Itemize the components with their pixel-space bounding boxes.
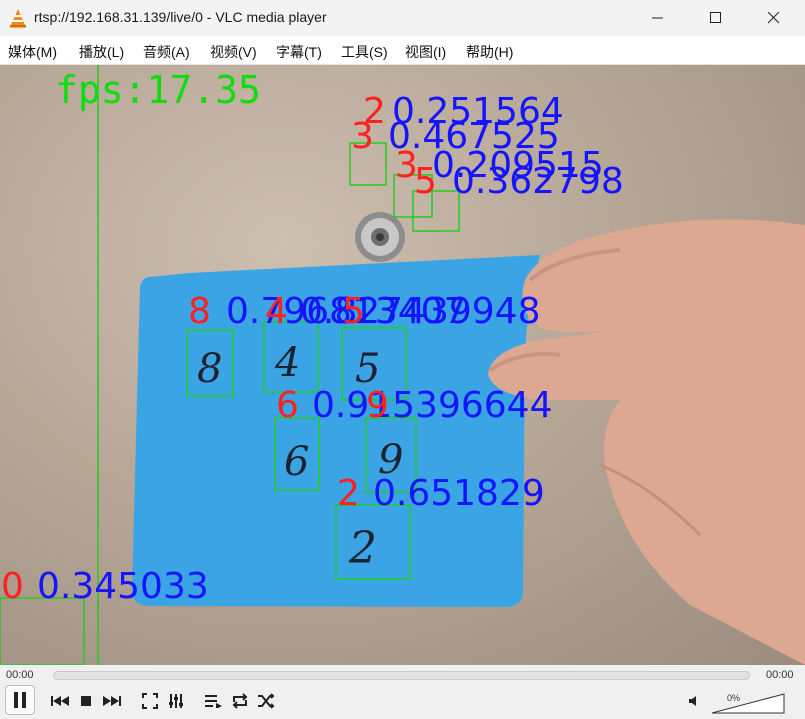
menu-media[interactable]: 媒体(M) (8, 42, 57, 62)
detection-digit: 5 (414, 161, 437, 202)
menu-playback[interactable]: 播放(L) (79, 42, 124, 62)
detection-digit: 9 (366, 385, 389, 426)
minimize-icon (652, 17, 663, 19)
next-button[interactable] (100, 688, 124, 714)
detection-digit: 5 (342, 291, 365, 332)
menu-help[interactable]: 帮助(H) (466, 42, 513, 62)
note-digit: 4 (274, 340, 300, 386)
detection-score: 0.362798 (452, 161, 624, 202)
volume-percent: 0% (727, 693, 741, 703)
maximize-button[interactable] (687, 0, 745, 36)
detection-digit: 4 (265, 291, 288, 332)
seek-bar[interactable] (53, 671, 750, 680)
equalizer-icon (169, 694, 183, 708)
volume-slider[interactable] (711, 693, 785, 715)
stop-icon (81, 696, 91, 706)
close-button[interactable] (745, 0, 803, 36)
title-bar: rtsp://192.168.31.139/live/0 - VLC media… (0, 0, 805, 36)
maximize-icon (710, 12, 721, 23)
vlc-cone-icon (10, 9, 26, 28)
detection-score: 0.345033 (37, 566, 209, 607)
note-digit: 2 (348, 523, 377, 574)
detection-box (0, 597, 85, 665)
pause-icon (14, 692, 26, 708)
video-frame[interactable]: 8 4 5 6 9 2 fps:17.35 2 0.251564 3 0.467… (0, 65, 805, 665)
detection-score: 0.827439948 (300, 291, 541, 332)
playback-controls: 00:00 00:00 0% (0, 665, 805, 719)
previous-icon (51, 696, 69, 706)
note-digit: 8 (197, 346, 222, 392)
playlist-button[interactable] (202, 688, 226, 714)
hand-image (488, 219, 805, 665)
menu-bar: 媒体(M) 播放(L) 音频(A) 视频(V) 字幕(T) 工具(S) 视图(I… (0, 36, 805, 65)
note-digit: 6 (284, 439, 309, 485)
detection-digit: 2 (337, 473, 360, 514)
detection-digit: 0 (1, 566, 24, 607)
close-icon (768, 12, 780, 24)
menu-tools[interactable]: 工具(S) (341, 42, 388, 62)
shuffle-icon (258, 693, 275, 709)
detection-score: 0.651829 (373, 473, 545, 514)
loop-button[interactable] (228, 688, 252, 714)
menu-subtitle[interactable]: 字幕(T) (276, 42, 322, 62)
next-icon (103, 696, 121, 706)
menu-video[interactable]: 视频(V) (210, 42, 257, 62)
pause-button[interactable] (5, 685, 35, 715)
stop-button[interactable] (74, 688, 98, 714)
detection-digit: 6 (276, 385, 299, 426)
fps-readout: fps:17.35 (55, 68, 261, 112)
extended-settings-button[interactable] (164, 688, 188, 714)
video-content: 8 4 5 6 9 2 fps:17.35 2 0.251564 3 0.467… (0, 65, 805, 665)
screw-image (355, 212, 405, 262)
minimize-button[interactable] (629, 0, 687, 36)
detection-digit: 3 (351, 116, 374, 157)
detection-score: 0.915396644 (312, 385, 553, 426)
menu-view[interactable]: 视图(I) (405, 42, 446, 62)
window-title: rtsp://192.168.31.139/live/0 - VLC media… (34, 9, 327, 25)
fullscreen-button[interactable] (138, 688, 162, 714)
detection-digit: 8 (188, 291, 211, 332)
loop-icon (232, 693, 248, 709)
fullscreen-icon (142, 693, 158, 709)
speaker-icon (689, 696, 696, 706)
menu-audio[interactable]: 音频(A) (143, 42, 190, 62)
total-time: 00:00 (766, 669, 794, 681)
shuffle-button[interactable] (254, 688, 278, 714)
playlist-icon (205, 695, 222, 708)
previous-button[interactable] (48, 688, 72, 714)
mute-button[interactable] (686, 688, 702, 714)
elapsed-time: 00:00 (6, 669, 34, 681)
